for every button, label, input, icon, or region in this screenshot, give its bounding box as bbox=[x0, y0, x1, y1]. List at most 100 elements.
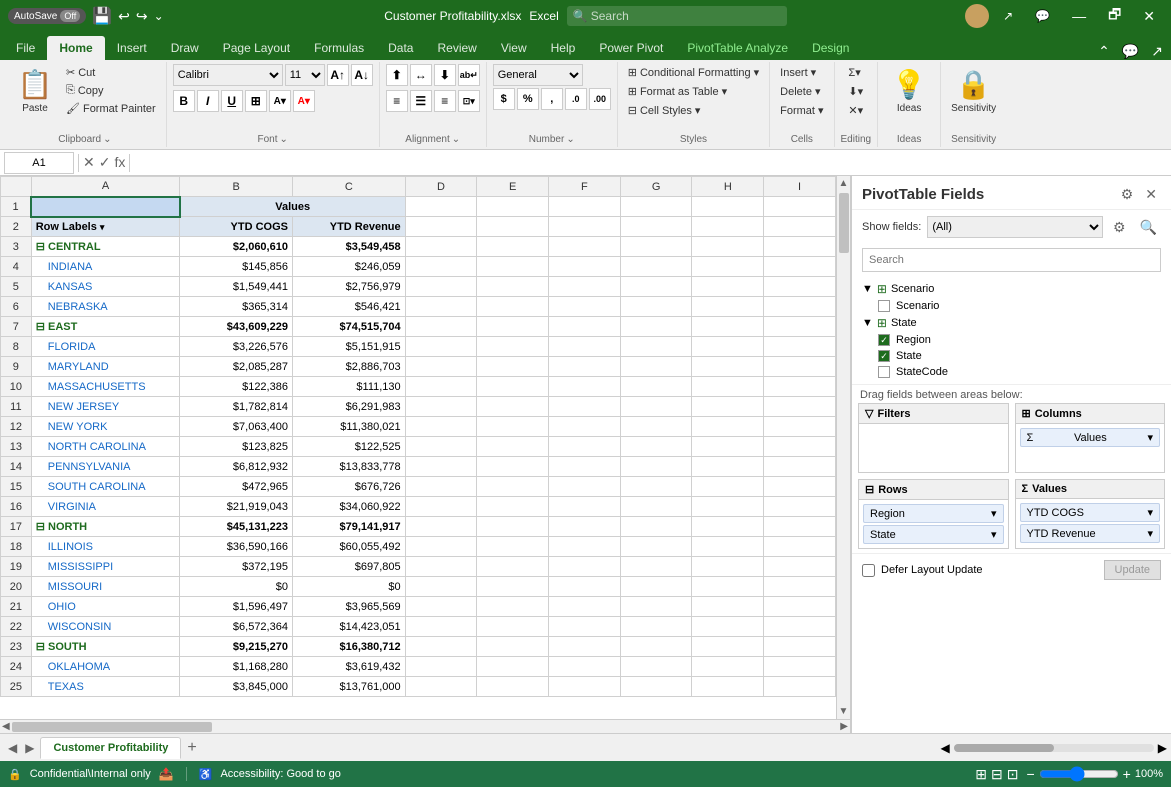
tab-view[interactable]: View bbox=[489, 36, 539, 60]
merge-button[interactable]: ⊡▾ bbox=[458, 90, 480, 112]
scenario-checkbox[interactable] bbox=[878, 300, 890, 312]
col-header-d[interactable]: D bbox=[405, 177, 477, 197]
cell-c6[interactable]: $546,421 bbox=[292, 297, 405, 317]
row-header-21[interactable]: 21 bbox=[1, 597, 32, 617]
cell-a24[interactable]: OKLAHOMA bbox=[31, 657, 180, 677]
row-header-16[interactable]: 16 bbox=[1, 497, 32, 517]
tab-formulas[interactable]: Formulas bbox=[302, 36, 376, 60]
col-header-b[interactable]: B bbox=[180, 177, 293, 197]
update-button[interactable]: Update bbox=[1104, 560, 1161, 580]
horizontal-scrollbar[interactable]: ◀ ▶ bbox=[0, 719, 850, 733]
cell-b10[interactable]: $122,386 bbox=[180, 377, 293, 397]
decrease-decimal-button[interactable]: .0 bbox=[565, 88, 587, 110]
cell-e2[interactable] bbox=[477, 217, 549, 237]
vertical-scrollbar[interactable]: ▲ ▼ bbox=[836, 176, 850, 719]
row-header-25[interactable]: 25 bbox=[1, 677, 32, 697]
tab-design[interactable]: Design bbox=[800, 36, 861, 60]
col-header-h[interactable]: H bbox=[692, 177, 764, 197]
cell-c2[interactable]: YTD Revenue bbox=[292, 217, 405, 237]
cell-d3[interactable] bbox=[405, 237, 477, 257]
comma-button[interactable]: , bbox=[541, 88, 563, 110]
row-header-14[interactable]: 14 bbox=[1, 457, 32, 477]
pivot-search-button[interactable]: 🔍 bbox=[1136, 217, 1161, 238]
scroll-thumb-h[interactable] bbox=[12, 722, 212, 732]
sheet-next-button[interactable]: ▶ bbox=[21, 739, 38, 757]
cell-a17[interactable]: ⊟ NORTH bbox=[31, 517, 180, 537]
filters-content[interactable] bbox=[859, 424, 1008, 464]
field-item-scenario[interactable]: Scenario bbox=[852, 298, 1171, 314]
percent-button[interactable]: % bbox=[517, 88, 539, 110]
cell-b18[interactable]: $36,590,166 bbox=[180, 537, 293, 557]
col-header-e[interactable]: E bbox=[477, 177, 549, 197]
cell-a5[interactable]: KANSAS bbox=[31, 277, 180, 297]
align-middle-button[interactable]: ↔ bbox=[410, 64, 432, 86]
number-expand-icon[interactable]: ⌄ bbox=[566, 134, 574, 145]
underline-button[interactable]: U bbox=[221, 90, 243, 112]
cell-c5[interactable]: $2,756,979 bbox=[292, 277, 405, 297]
row-header-8[interactable]: 8 bbox=[1, 337, 32, 357]
cell-b5[interactable]: $1,549,441 bbox=[180, 277, 293, 297]
tab-pivottable-analyze[interactable]: PivotTable Analyze bbox=[675, 36, 800, 60]
autosum-button[interactable]: Σ▾ bbox=[844, 64, 864, 81]
cell-a11[interactable]: NEW JERSEY bbox=[31, 397, 180, 417]
cell-a3[interactable]: ⊟ CENTRAL bbox=[31, 237, 180, 257]
wrap-text-button[interactable]: ab↵ bbox=[458, 64, 480, 86]
scroll-left-arrow[interactable]: ◀ bbox=[0, 719, 12, 733]
sensitivity-button[interactable]: 🔒 Sensitivity bbox=[947, 64, 1000, 118]
align-bottom-button[interactable]: ⬇ bbox=[434, 64, 456, 86]
cell-a25[interactable]: TEXAS bbox=[31, 677, 180, 697]
cell-i1[interactable] bbox=[764, 197, 836, 217]
region-checkbox[interactable]: ✓ bbox=[878, 334, 890, 346]
cell-c13[interactable]: $122,525 bbox=[292, 437, 405, 457]
cell-i2[interactable] bbox=[764, 217, 836, 237]
row-header-23[interactable]: 23 bbox=[1, 637, 32, 657]
row-header-22[interactable]: 22 bbox=[1, 617, 32, 637]
field-item-region[interactable]: ✓ Region bbox=[852, 332, 1171, 348]
zoom-out-button[interactable]: − bbox=[1026, 766, 1034, 782]
field-item-state[interactable]: ✓ State bbox=[852, 348, 1171, 364]
cell-c11[interactable]: $6,291,983 bbox=[292, 397, 405, 417]
sheet-prev-button[interactable]: ◀ bbox=[4, 739, 21, 757]
cell-f1[interactable] bbox=[549, 197, 621, 217]
bold-button[interactable]: B bbox=[173, 90, 195, 112]
insert-button[interactable]: Insert ▾ bbox=[776, 64, 820, 81]
close-button[interactable]: ✕ bbox=[1135, 4, 1163, 29]
tab-data[interactable]: Data bbox=[376, 36, 425, 60]
row-header-7[interactable]: 7 bbox=[1, 317, 32, 337]
customize-icon[interactable]: ⌄ bbox=[154, 9, 164, 23]
rows-region-arrow[interactable]: ▾ bbox=[991, 507, 997, 520]
cell-c24[interactable]: $3,619,432 bbox=[292, 657, 405, 677]
ribbon-collapse-icon[interactable]: ⌃ bbox=[1094, 43, 1114, 60]
scroll-up-arrow[interactable]: ▲ bbox=[837, 176, 850, 191]
cell-c15[interactable]: $676,726 bbox=[292, 477, 405, 497]
cell-b6[interactable]: $365,314 bbox=[180, 297, 293, 317]
ytd-cogs-arrow[interactable]: ▾ bbox=[1147, 506, 1153, 519]
cell-c3[interactable]: $3,549,458 bbox=[292, 237, 405, 257]
row-header-4[interactable]: 4 bbox=[1, 257, 32, 277]
cell-a21[interactable]: OHIO bbox=[31, 597, 180, 617]
cell-a12[interactable]: NEW YORK bbox=[31, 417, 180, 437]
scroll-right-arrow[interactable]: ▶ bbox=[838, 719, 850, 733]
row-header-17[interactable]: 17 bbox=[1, 517, 32, 537]
pivot-refresh-button[interactable]: ⚙ bbox=[1109, 217, 1130, 238]
cell-a18[interactable]: ILLINOIS bbox=[31, 537, 180, 557]
col-header-f[interactable]: F bbox=[549, 177, 621, 197]
cell-c12[interactable]: $11,380,021 bbox=[292, 417, 405, 437]
col-header-g[interactable]: G bbox=[620, 177, 692, 197]
cell-c17[interactable]: $79,141,917 bbox=[292, 517, 405, 537]
drag-field-region[interactable]: Region ▾ bbox=[863, 504, 1004, 523]
increase-font-button[interactable]: A↑ bbox=[327, 64, 349, 86]
decrease-font-button[interactable]: A↓ bbox=[351, 64, 373, 86]
cell-c22[interactable]: $14,423,051 bbox=[292, 617, 405, 637]
cell-c21[interactable]: $3,965,569 bbox=[292, 597, 405, 617]
row-header-13[interactable]: 13 bbox=[1, 437, 32, 457]
cell-c10[interactable]: $111,130 bbox=[292, 377, 405, 397]
font-expand-icon[interactable]: ⌄ bbox=[280, 134, 288, 145]
cell-reference-box[interactable] bbox=[4, 152, 74, 174]
row-header-12[interactable]: 12 bbox=[1, 417, 32, 437]
cell-c14[interactable]: $13,833,778 bbox=[292, 457, 405, 477]
scroll-thumb-v[interactable] bbox=[839, 193, 849, 253]
cell-b22[interactable]: $6,572,364 bbox=[180, 617, 293, 637]
undo-icon[interactable]: ↩ bbox=[118, 8, 130, 25]
cell-a14[interactable]: PENNSYLVANIA bbox=[31, 457, 180, 477]
